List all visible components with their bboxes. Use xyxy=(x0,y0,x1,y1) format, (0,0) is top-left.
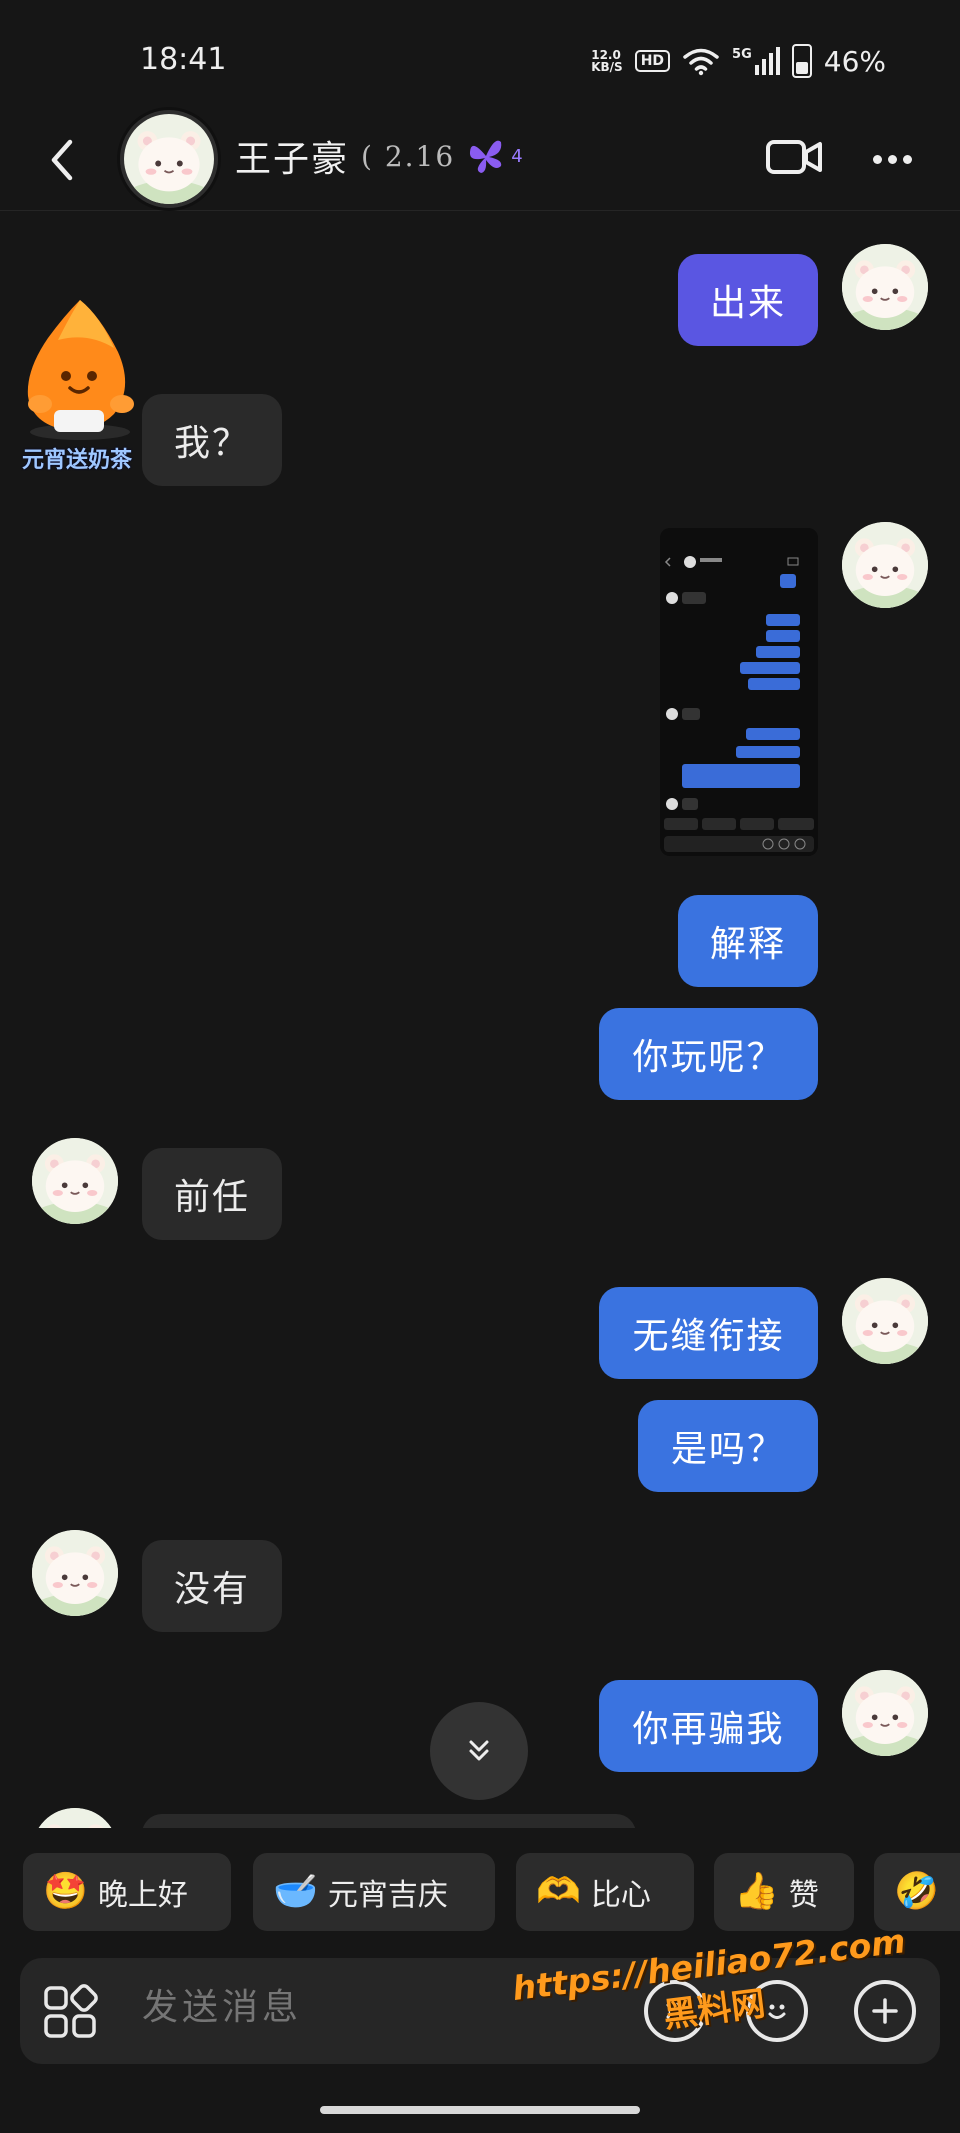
thumbs-up-icon: 👍 xyxy=(734,1871,779,1912)
apps-grid-icon xyxy=(44,1984,98,2038)
bear-avatar-icon xyxy=(32,1138,118,1224)
sender-avatar-sticker[interactable]: 元宵送奶茶 xyxy=(18,292,148,474)
message-input[interactable] xyxy=(140,1986,564,2029)
double-chevron-down-icon xyxy=(469,1740,489,1761)
star-face-icon: 🤩 xyxy=(43,1871,88,1912)
laughing-icon: 🤣 xyxy=(894,1871,939,1912)
dot-icon xyxy=(872,154,882,164)
wifi-icon xyxy=(683,48,719,76)
sender-avatar[interactable] xyxy=(32,1530,118,1616)
quick-reply-chip[interactable]: 🤣 xyxy=(874,1853,960,1931)
sender-avatar[interactable] xyxy=(32,1138,118,1224)
bear-avatar-icon xyxy=(124,114,214,204)
status-bar: 18:41 12.0 KB/S HD 5G 46% xyxy=(0,0,960,120)
bear-avatar-icon xyxy=(32,1530,118,1616)
quick-reply-chip[interactable]: 🤩 晚上好 xyxy=(23,1853,231,1931)
contact-avatar[interactable] xyxy=(120,110,218,208)
message-bubble-sent[interactable]: 无缝衔接 xyxy=(599,1287,818,1379)
status-time: 18:41 xyxy=(140,42,227,77)
contact-name: 王子豪 xyxy=(235,139,350,180)
scroll-to-bottom-button[interactable] xyxy=(430,1702,528,1800)
message-bubble-received[interactable]: 我？ xyxy=(142,394,282,486)
message-bubble-sent[interactable]: 是吗？ xyxy=(638,1400,818,1492)
my-avatar[interactable] xyxy=(842,1670,928,1756)
chat-screenshot-thumbnail xyxy=(660,528,818,856)
butterfly-icon xyxy=(470,140,502,173)
dot-icon xyxy=(887,154,897,164)
battery-icon xyxy=(791,44,812,78)
dot-icon xyxy=(902,154,912,164)
my-avatar[interactable] xyxy=(842,522,928,608)
bear-avatar-icon xyxy=(842,244,928,330)
sticker-caption: 元宵送奶茶 xyxy=(22,448,133,473)
apps-grid-button[interactable] xyxy=(42,1984,98,2040)
message-bubble-sent[interactable]: 解释 xyxy=(678,895,818,987)
mascot-sticker-icon xyxy=(27,300,134,440)
contact-subtitle: ( 2.16 xyxy=(361,139,456,173)
message-bubble-received[interactable]: 前任 xyxy=(142,1148,282,1240)
network-speed: 12.0 KB/S xyxy=(591,48,623,74)
heart-hands-icon: 🫶 xyxy=(536,1871,581,1912)
bowl-icon: 🥣 xyxy=(273,1871,318,1912)
message-image[interactable] xyxy=(660,528,818,856)
status-icons: 12.0 KB/S HD 5G 46% xyxy=(591,44,886,78)
more-options-button[interactable] xyxy=(864,134,920,184)
message-bubble-sent[interactable]: 你玩呢？ xyxy=(599,1008,818,1100)
message-bubble-received[interactable]: 没有 xyxy=(142,1540,282,1632)
message-bubble-received xyxy=(142,1814,636,1828)
quick-reply-bar[interactable]: 🤩 晚上好 🥣 元宵吉庆 🫶 比心 👍 赞 🤣 xyxy=(0,1853,960,1933)
contact-title[interactable]: 王子豪 ( 2.16 4 xyxy=(235,130,525,182)
hd-icon: HD xyxy=(634,50,671,72)
partial-message-row xyxy=(0,1808,960,1828)
level-badge: 4 xyxy=(511,145,525,167)
back-button[interactable] xyxy=(34,132,90,188)
sender-avatar xyxy=(32,1808,118,1828)
bear-avatar-icon xyxy=(842,1278,928,1364)
quick-reply-chip[interactable]: 🫶 比心 xyxy=(516,1853,694,1931)
my-avatar[interactable] xyxy=(842,1278,928,1364)
video-camera-icon xyxy=(766,140,822,174)
message-bubble-sent[interactable]: 出来 xyxy=(678,254,818,346)
battery-level: 46% xyxy=(823,44,886,78)
bear-avatar-icon xyxy=(842,522,928,608)
video-call-button[interactable] xyxy=(764,132,824,182)
quick-reply-chip[interactable]: 👍 赞 xyxy=(714,1853,854,1931)
my-avatar[interactable] xyxy=(842,244,928,330)
chat-header: 王子豪 ( 2.16 4 xyxy=(0,110,960,211)
chevron-left-icon xyxy=(51,139,73,181)
bear-avatar-icon xyxy=(842,1670,928,1756)
home-indicator[interactable] xyxy=(320,2106,640,2114)
message-bubble-sent[interactable]: 你再骗我 xyxy=(599,1680,818,1772)
signal-icon: 5G xyxy=(732,47,780,75)
quick-reply-chip[interactable]: 🥣 元宵吉庆 xyxy=(253,1853,495,1931)
bear-avatar-icon xyxy=(32,1808,118,1828)
